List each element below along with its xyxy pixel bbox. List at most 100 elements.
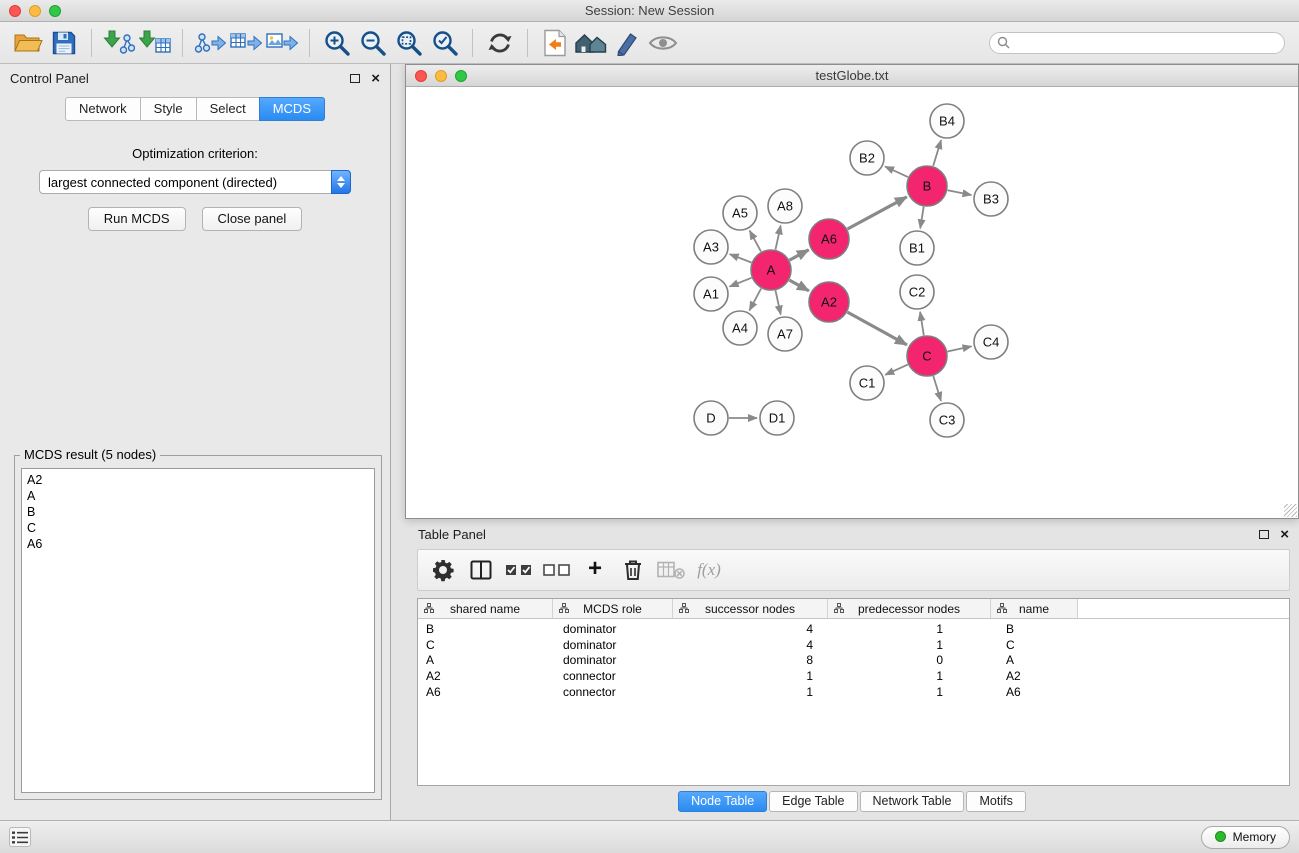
graph-edge-A-A2[interactable]	[789, 280, 809, 291]
home-button[interactable]	[573, 25, 609, 61]
graph-node-A8[interactable]: A8	[768, 189, 802, 223]
network-close-button[interactable]	[415, 70, 427, 82]
network-minimize-button[interactable]	[435, 70, 447, 82]
window-close-button[interactable]	[9, 5, 21, 17]
graph-node-B[interactable]: B	[907, 166, 947, 206]
graph-edge-A-A3[interactable]	[730, 254, 752, 262]
table-row[interactable]: A2connector11A2	[418, 669, 1289, 685]
graph-edge-B-B3[interactable]	[948, 190, 972, 195]
graph-node-C2[interactable]: C2	[900, 275, 934, 309]
mcds-result-item[interactable]: A	[27, 488, 369, 504]
zoom-in-button[interactable]	[319, 25, 355, 61]
delete-column-button[interactable]	[616, 553, 650, 587]
graph-node-A1[interactable]: A1	[694, 277, 728, 311]
graph-edge-C-C4[interactable]	[948, 346, 972, 351]
graph-edge-C-C2[interactable]	[920, 312, 924, 336]
node-table[interactable]: shared nameMCDS rolesuccessor nodesprede…	[417, 598, 1290, 786]
graph-edge-A-A5[interactable]	[750, 231, 761, 252]
graph-node-C3[interactable]: C3	[930, 403, 964, 437]
window-minimize-button[interactable]	[29, 5, 41, 17]
graph-node-B4[interactable]: B4	[930, 104, 964, 138]
select-all-button[interactable]	[502, 553, 536, 587]
tab-style[interactable]: Style	[140, 97, 197, 121]
column-header-predecessor-nodes[interactable]: predecessor nodes	[828, 599, 991, 618]
table-settings-button[interactable]	[426, 553, 460, 587]
mcds-result-item[interactable]: B	[27, 504, 369, 520]
graph-node-C1[interactable]: C1	[850, 366, 884, 400]
import-table-button[interactable]	[137, 25, 173, 61]
mcds-result-item[interactable]: C	[27, 520, 369, 536]
window-zoom-button[interactable]	[49, 5, 61, 17]
graph-edge-B-B2[interactable]	[885, 167, 908, 178]
column-header-mcds-role[interactable]: MCDS role	[553, 599, 673, 618]
run-mcds-button[interactable]: Run MCDS	[88, 207, 186, 231]
export-image-button[interactable]	[264, 25, 300, 61]
tab-edge-table[interactable]: Edge Table	[769, 791, 857, 812]
graph-edge-C-C3[interactable]	[933, 376, 941, 401]
deselect-all-button[interactable]	[540, 553, 574, 587]
tab-network[interactable]: Network	[65, 97, 141, 121]
import-network-button[interactable]	[101, 25, 137, 61]
graph-edge-B-B1[interactable]	[920, 207, 924, 229]
search-input[interactable]	[989, 32, 1285, 54]
memory-button[interactable]: Memory	[1201, 826, 1290, 849]
tab-select[interactable]: Select	[196, 97, 260, 121]
float-panel-icon[interactable]	[350, 74, 360, 83]
network-zoom-button[interactable]	[455, 70, 467, 82]
graph-node-A3[interactable]: A3	[694, 230, 728, 264]
graph-node-A2[interactable]: A2	[809, 282, 849, 322]
graph-node-B1[interactable]: B1	[900, 231, 934, 265]
mcds-result-item[interactable]: A6	[27, 536, 369, 552]
graph-node-C4[interactable]: C4	[974, 325, 1008, 359]
open-session-button[interactable]	[10, 25, 46, 61]
table-row[interactable]: Bdominator41B	[418, 622, 1289, 638]
window-resize-grip[interactable]	[1284, 504, 1297, 517]
network-window-titlebar[interactable]: testGlobe.txt	[406, 65, 1298, 87]
column-header-shared-name[interactable]: shared name	[418, 599, 553, 618]
graph-node-A6[interactable]: A6	[809, 219, 849, 259]
graph-edge-A-A8[interactable]	[776, 226, 781, 250]
graph-edge-A-A1[interactable]	[730, 278, 752, 287]
graph-edge-A-A4[interactable]	[749, 289, 761, 311]
show-details-button[interactable]	[645, 25, 681, 61]
table-row[interactable]: A6connector11A6	[418, 685, 1289, 701]
mcds-result-item[interactable]: A2	[27, 472, 369, 488]
graph-edge-A2-C[interactable]	[847, 312, 907, 345]
criterion-dropdown[interactable]: largest connected component (directed)	[39, 170, 351, 194]
zoom-fit-button[interactable]	[391, 25, 427, 61]
graph-node-B3[interactable]: B3	[974, 182, 1008, 216]
tab-node-table[interactable]: Node Table	[678, 791, 767, 812]
create-column-button[interactable]: +	[578, 553, 612, 587]
show-columns-button[interactable]	[464, 553, 498, 587]
tab-mcds[interactable]: MCDS	[259, 97, 325, 121]
annotation-button[interactable]	[609, 25, 645, 61]
tab-network-table[interactable]: Network Table	[860, 791, 965, 812]
graph-node-C[interactable]: C	[907, 336, 947, 376]
dropdown-stepper-icon[interactable]	[331, 170, 351, 194]
refresh-button[interactable]	[482, 25, 518, 61]
column-header-name[interactable]: name	[991, 599, 1078, 618]
graph-edge-A6-B[interactable]	[848, 197, 907, 229]
table-row[interactable]: Cdominator41C	[418, 638, 1289, 654]
graph-node-A[interactable]: A	[751, 250, 791, 290]
table-row[interactable]: Adominator80A	[418, 653, 1289, 669]
graph-node-B2[interactable]: B2	[850, 141, 884, 175]
graph-edge-A-A6[interactable]	[790, 250, 809, 260]
float-table-panel-icon[interactable]	[1259, 530, 1269, 539]
graph-node-A4[interactable]: A4	[723, 311, 757, 345]
mcds-result-list[interactable]: A2ABCA6	[21, 468, 375, 793]
close-panel-icon[interactable]: ×	[371, 71, 380, 86]
graph-edge-A-A7[interactable]	[776, 291, 781, 315]
column-header-successor-nodes[interactable]: successor nodes	[673, 599, 828, 618]
close-panel-button[interactable]: Close panel	[202, 207, 303, 231]
graph-edge-C-C1[interactable]	[885, 365, 908, 375]
save-session-button[interactable]	[46, 25, 82, 61]
export-table-button[interactable]	[228, 25, 264, 61]
graph-node-A5[interactable]: A5	[723, 196, 757, 230]
task-history-button[interactable]	[9, 827, 31, 847]
tab-motifs[interactable]: Motifs	[966, 791, 1025, 812]
zoom-out-button[interactable]	[355, 25, 391, 61]
graph-node-D[interactable]: D	[694, 401, 728, 435]
export-network-button[interactable]	[192, 25, 228, 61]
close-table-panel-icon[interactable]: ×	[1280, 527, 1289, 542]
